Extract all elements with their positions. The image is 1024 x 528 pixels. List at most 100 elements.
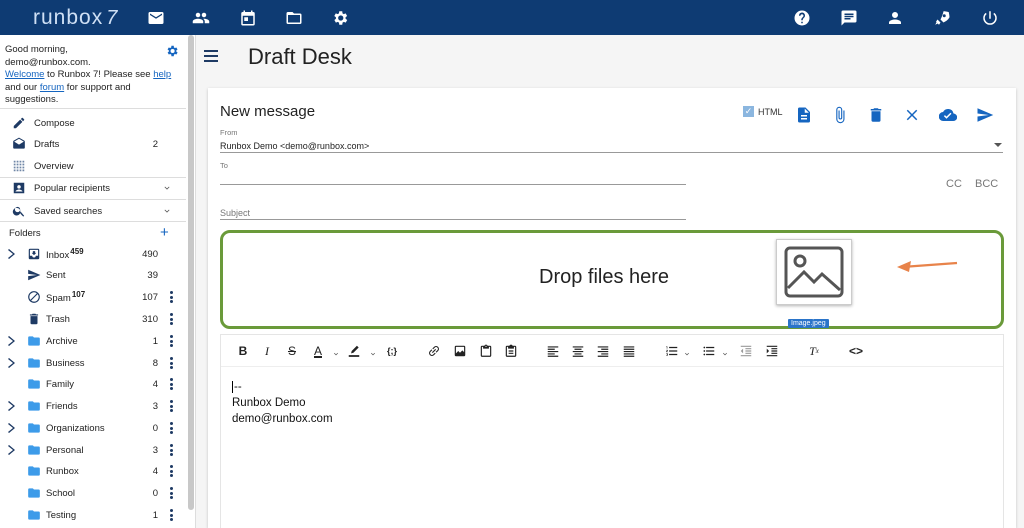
welcome-link[interactable]: Welcome — [5, 69, 44, 80]
document-icon[interactable] — [795, 106, 813, 124]
contacts-icon[interactable] — [191, 8, 211, 28]
folder-organizations[interactable]: Organizations 0 — [0, 418, 186, 438]
more-options-icon[interactable] — [170, 291, 174, 303]
from-select[interactable]: Runbox Demo <demo@runbox.com> — [220, 141, 369, 151]
indent-icon[interactable] — [764, 344, 780, 358]
paste-text-icon[interactable] — [503, 344, 519, 358]
chevron-down-icon[interactable] — [721, 345, 729, 356]
cc-button[interactable]: CC — [946, 178, 962, 190]
to-input[interactable] — [220, 184, 686, 185]
dropdown-arrow-icon[interactable] — [994, 143, 1002, 147]
bullet-list-icon[interactable] — [701, 344, 717, 358]
nav-popular-recipients[interactable]: Popular recipients — [0, 178, 186, 198]
text-color-icon[interactable]: A — [310, 344, 326, 358]
expand-arrow-icon[interactable] — [8, 401, 16, 411]
expand-arrow-icon[interactable] — [8, 249, 16, 259]
align-justify-icon[interactable] — [621, 344, 637, 358]
runbox-logo[interactable]: runbox 7 — [33, 6, 118, 30]
bold-icon[interactable]: B — [235, 344, 251, 358]
folder-trash[interactable]: Trash 310 — [0, 309, 186, 329]
align-center-icon[interactable] — [570, 344, 586, 358]
feedback-icon[interactable] — [839, 8, 859, 28]
folder-sent[interactable]: Sent 39 — [0, 265, 186, 285]
sidebar-scrollbar[interactable] — [188, 35, 194, 510]
chevron-down-icon[interactable] — [162, 183, 172, 193]
more-options-icon[interactable] — [170, 422, 174, 434]
subject-input[interactable]: Subject — [220, 208, 250, 218]
chevron-down-icon[interactable] — [162, 206, 172, 216]
forum-link[interactable]: forum — [40, 82, 64, 93]
message-editor[interactable]: B I S A {;} Tx <> -- Runbox Demo demo@ru… — [220, 334, 1004, 528]
folder-personal[interactable]: Personal 3 — [0, 440, 186, 460]
more-options-icon[interactable] — [170, 465, 174, 477]
nav-overview[interactable]: Overview — [0, 156, 186, 176]
highlight-icon[interactable] — [346, 344, 362, 358]
folder-school[interactable]: School 0 — [0, 483, 186, 503]
add-folder-button[interactable]: + — [160, 225, 169, 240]
link-icon[interactable] — [426, 344, 442, 358]
nav-compose[interactable]: Compose — [0, 113, 186, 133]
file-drop-zone[interactable]: Drop files here — [220, 230, 1004, 329]
checkbox-checked-icon[interactable]: ✓ — [743, 106, 754, 117]
strikethrough-icon[interactable]: S — [284, 344, 300, 358]
italic-icon[interactable]: I — [259, 344, 275, 358]
mail-icon[interactable] — [146, 8, 166, 28]
files-icon[interactable] — [284, 8, 304, 28]
help-link[interactable]: help — [153, 69, 171, 80]
more-options-icon[interactable] — [170, 378, 174, 390]
folder-inbox[interactable]: Inbox459 490 — [0, 244, 186, 264]
more-options-icon[interactable] — [170, 400, 174, 412]
code-block-icon[interactable]: {;} — [384, 344, 400, 358]
bcc-button[interactable]: BCC — [975, 178, 998, 190]
menu-icon[interactable] — [204, 50, 218, 62]
more-options-icon[interactable] — [170, 487, 174, 499]
trash-icon — [27, 312, 41, 326]
align-right-icon[interactable] — [595, 344, 611, 358]
rocket-icon[interactable] — [932, 8, 952, 28]
settings-icon[interactable] — [330, 8, 350, 28]
more-options-icon[interactable] — [170, 313, 174, 325]
folder-spam[interactable]: Spam107 107 — [0, 287, 186, 307]
nav-saved-searches[interactable]: Saved searches — [0, 201, 186, 221]
power-icon[interactable] — [980, 8, 1000, 28]
attach-icon[interactable] — [831, 106, 849, 124]
numbered-list-icon[interactable] — [664, 344, 680, 358]
expand-arrow-icon[interactable] — [8, 423, 16, 433]
expand-arrow-icon[interactable] — [8, 445, 16, 455]
source-code-icon[interactable]: <> — [848, 344, 864, 358]
nav-label: Compose — [34, 117, 75, 129]
account-icon[interactable] — [885, 8, 905, 28]
chevron-down-icon[interactable] — [369, 345, 377, 356]
outdent-icon[interactable] — [738, 344, 754, 358]
chevron-down-icon[interactable] — [683, 345, 691, 356]
expand-arrow-icon[interactable] — [8, 358, 16, 368]
folder-business[interactable]: Business 8 — [0, 353, 186, 373]
calendar-icon[interactable] — [238, 8, 258, 28]
align-left-icon[interactable] — [545, 344, 561, 358]
paste-icon[interactable] — [478, 344, 494, 358]
expand-arrow-icon[interactable] — [8, 336, 16, 346]
folder-friends[interactable]: Friends 3 — [0, 396, 186, 416]
more-options-icon[interactable] — [170, 444, 174, 456]
folder-runbox[interactable]: Runbox 4 — [0, 461, 186, 481]
delete-icon[interactable] — [867, 106, 885, 124]
folder-archive[interactable]: Archive 1 — [0, 331, 186, 351]
html-checkbox[interactable]: ✓ HTML — [743, 106, 783, 117]
chevron-down-icon[interactable] — [332, 345, 340, 356]
cloud-save-icon[interactable] — [938, 106, 958, 124]
clear-format-icon[interactable]: Tx — [806, 344, 822, 358]
more-options-icon[interactable] — [170, 357, 174, 369]
folder-count: 3 — [152, 444, 158, 456]
more-options-icon[interactable] — [170, 509, 174, 521]
settings-gear-icon[interactable] — [165, 44, 179, 58]
to-label: To — [220, 161, 228, 170]
help-icon[interactable] — [792, 8, 812, 28]
signature[interactable]: -- Runbox Demo demo@runbox.com — [232, 379, 333, 427]
nav-drafts[interactable]: Drafts 2 — [0, 134, 186, 154]
send-icon[interactable] — [976, 106, 994, 124]
folder-testing[interactable]: Testing 1 — [0, 505, 186, 525]
folder-family[interactable]: Family 4 — [0, 374, 186, 394]
insert-image-icon[interactable] — [452, 344, 468, 358]
more-options-icon[interactable] — [170, 335, 174, 347]
close-icon[interactable] — [903, 106, 921, 124]
